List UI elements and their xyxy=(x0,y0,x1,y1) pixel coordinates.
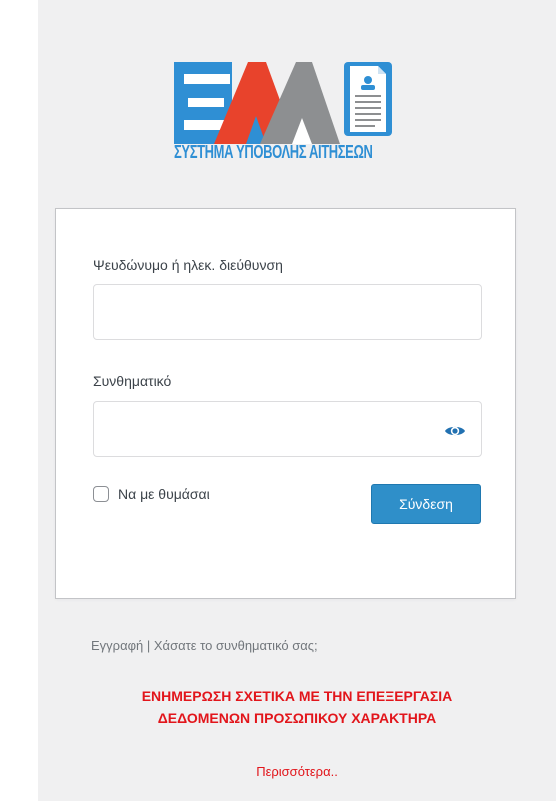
username-input[interactable] xyxy=(93,284,482,340)
site-logo[interactable]: ΣΥΣΤΗΜΑ ΥΠΟΒΟΛΗΣ ΑΙΤΗΣΕΩΝ xyxy=(174,60,400,176)
login-nav: Εγγραφή | Χάσατε το συνθηματικό σας; xyxy=(91,638,318,653)
document-icon xyxy=(344,62,392,136)
register-link[interactable]: Εγγραφή xyxy=(91,638,143,653)
password-label: Συνθηματικό xyxy=(93,373,172,389)
more-link[interactable]: Περισσότερα.. xyxy=(38,764,556,779)
privacy-notice-line-2: ΔΕΔΟΜΕΝΩΝ ΠΡΟΣΩΠΙΚΟΥ ΧΑΡΑΚΤΗΡΑ xyxy=(157,710,437,726)
username-label: Ψευδώνυμο ή ηλεκ. διεύθυνση xyxy=(93,257,283,273)
logo-letters-graphic xyxy=(174,62,340,144)
remember-checkbox[interactable] xyxy=(93,486,109,502)
lost-password-link[interactable]: Χάσατε το συνθηματικό σας; xyxy=(154,638,318,653)
nav-separator: | xyxy=(146,638,151,653)
remember-me[interactable]: Να με θυμάσαι xyxy=(93,486,210,502)
privacy-notice[interactable]: ΕΝΗΜΕΡΩΣΗ ΣΧΕΤΙΚΑ ΜΕ ΤΗΝ ΕΠΕΞΕΡΓΑΣΙΑ ΔΕΔ… xyxy=(38,685,556,729)
logo-tagline: ΣΥΣΤΗΜΑ ΥΠΟΒΟΛΗΣ ΑΙΤΗΣΕΩΝ xyxy=(174,142,373,162)
show-password-button[interactable] xyxy=(440,416,470,446)
login-form: Ψευδώνυμο ή ηλεκ. διεύθυνση Συνθηματικό … xyxy=(55,208,516,599)
privacy-notice-line-1: ΕΝΗΜΕΡΩΣΗ ΣΧΕΤΙΚΑ ΜΕ ΤΗΝ ΕΠΕΞΕΡΓΑΣΙΑ xyxy=(141,688,453,704)
password-input[interactable] xyxy=(93,401,482,457)
eye-icon xyxy=(445,426,465,436)
remember-label: Να με θυμάσαι xyxy=(118,486,210,502)
login-submit-button[interactable]: Σύνδεση xyxy=(371,484,481,524)
